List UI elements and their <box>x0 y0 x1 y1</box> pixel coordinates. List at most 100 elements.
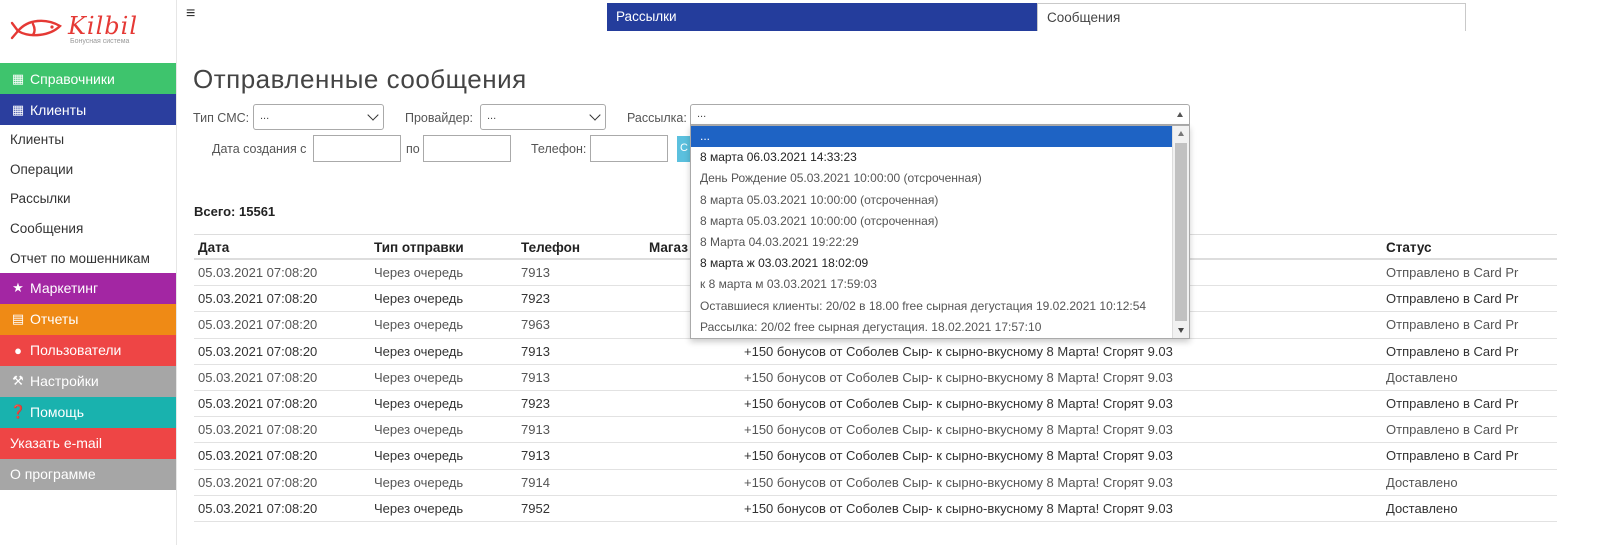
question-icon: ❓ <box>10 404 27 420</box>
total-label: Всего: <box>194 204 236 219</box>
mailing-option[interactable]: 8 марта 06.03.2021 14:33:23 <box>691 147 1189 168</box>
cell-phone: 7913 <box>521 422 550 438</box>
sidebar-subitem-operations[interactable]: Операции <box>0 155 176 185</box>
grid-icon: ▦ <box>11 101 25 117</box>
cell-date: 05.03.2021 07:08:20 <box>198 395 318 411</box>
sidebar-subitem-mailings[interactable]: Рассылки <box>0 184 176 214</box>
cell-date: 05.03.2021 07:08:20 <box>198 448 318 464</box>
cell-status: Доставлено <box>1386 369 1458 385</box>
table-row[interactable]: 05.03.2021 07:08:20 Через очередь 7952 +150… <box>194 496 1557 522</box>
mailing-dropdown-list[interactable]: ... 8 марта 06.03.2021 14:33:23 День Рожде… <box>690 125 1190 339</box>
sidebar-item-label: Маркетинг <box>30 280 99 297</box>
header-date[interactable]: Дата <box>198 240 229 255</box>
logo-subtitle: Бонусная система <box>70 38 130 45</box>
sidebar-item-references[interactable]: ▦ Справочники <box>0 63 176 94</box>
cell-date: 05.03.2021 07:08:20 <box>198 369 318 385</box>
cell-phone: 7913 <box>521 448 550 464</box>
provider-select[interactable]: ... <box>480 104 606 130</box>
cell-message-text: +150 бонусов от Соболев Сыр- к сырно-вку… <box>744 395 1173 411</box>
cell-send-type: Через очередь <box>374 474 464 490</box>
sidebar-subitem-messages[interactable]: Сообщения <box>0 214 176 244</box>
tab-mailings[interactable]: Рассылки <box>607 3 1037 31</box>
cell-status: Отправлено в Card Pr <box>1386 265 1519 280</box>
cell-phone: 7952 <box>521 500 550 516</box>
scroll-down-arrow-icon[interactable] <box>1178 328 1184 333</box>
dropdown-scrollbar[interactable] <box>1172 126 1189 338</box>
cell-send-type: Через очередь <box>374 291 464 307</box>
phone-input[interactable] <box>590 135 668 162</box>
cell-date: 05.03.2021 07:08:20 <box>198 500 318 516</box>
chevron-down-icon <box>367 109 379 121</box>
sidebar-item-marketing[interactable]: ★ Маркетинг <box>0 272 176 304</box>
cell-date: 05.03.2021 07:08:20 <box>198 422 318 438</box>
mailing-options: ... 8 марта 06.03.2021 14:33:23 День Рожде… <box>691 126 1189 338</box>
cell-send-type: Через очередь <box>374 395 464 411</box>
mailing-option[interactable]: 8 марта 05.03.2021 10:00:00 (отсроченная… <box>691 190 1189 211</box>
logo[interactable]: Kilbil Бонусная система <box>0 0 176 60</box>
mailing-option[interactable]: День Рождение 05.03.2021 10:00:00 (отсро… <box>691 168 1189 189</box>
table-row[interactable]: 05.03.2021 07:08:20 Через очередь 7923 +150… <box>194 391 1557 418</box>
sidebar-item-about[interactable]: О программе <box>0 458 176 490</box>
cell-phone: 7963 <box>521 317 550 333</box>
sidebar-item-clients[interactable]: ▦ Клиенты <box>0 94 176 125</box>
mailing-option[interactable]: 8 Марта 04.03.2021 19:22:29 <box>691 232 1189 253</box>
header-phone[interactable]: Телефон <box>521 240 580 255</box>
sidebar-item-label: Настройки <box>30 373 99 390</box>
hamburger-menu-icon[interactable]: ≡ <box>186 6 195 22</box>
sidebar-item-label: Помощь <box>30 404 85 421</box>
sms-type-value: ... <box>260 110 270 122</box>
sidebar-item-label: Отчеты <box>30 311 79 328</box>
scroll-up-arrow-icon[interactable] <box>1178 131 1184 136</box>
cell-send-type: Через очередь <box>374 500 464 516</box>
sidebar-subitem-clients[interactable]: Клиенты <box>0 125 176 155</box>
cell-message-text: +150 бонусов от Соболев Сыр- к сырно-вку… <box>744 448 1173 464</box>
cell-date: 05.03.2021 07:08:20 <box>198 291 318 307</box>
cell-status: Отправлено в Card Pr <box>1386 448 1519 464</box>
sidebar-subitem-fraud-report[interactable]: Отчет по мошенникам <box>0 243 176 273</box>
tab-messages[interactable]: Сообщения <box>1037 3 1466 31</box>
header-send-type[interactable]: Тип отправки <box>374 240 464 255</box>
cell-message-text: +150 бонусов от Соболев Сыр- к сырно-вку… <box>744 369 1173 385</box>
mailing-select-value: ... <box>697 108 707 120</box>
cell-message-text: +150 бонусов от Соболев Сыр- к сырно-вку… <box>744 474 1173 490</box>
mailing-option[interactable]: 8 марта ж 03.03.2021 18:02:09 <box>691 253 1189 274</box>
sidebar-item-label: О программе <box>10 466 96 483</box>
header-status[interactable]: Статус <box>1386 240 1557 255</box>
sms-type-select[interactable]: ... <box>253 104 384 130</box>
sidebar-item-label: Справочники <box>30 70 115 87</box>
table-row[interactable]: 05.03.2021 07:08:20 Через очередь 7913 +150… <box>194 417 1557 444</box>
scrollbar-thumb[interactable] <box>1175 143 1187 321</box>
table-row[interactable]: 05.03.2021 07:08:20 Через очередь 7913 +150… <box>194 443 1557 470</box>
sidebar-item-label: Указать e-mail <box>10 435 102 452</box>
cell-status: Отправлено в Card Pr <box>1386 291 1519 307</box>
cell-phone: 7914 <box>521 474 550 490</box>
mailing-option[interactable]: к 8 марта м 03.03.2021 17:59:03 <box>691 274 1189 295</box>
cell-phone: 7923 <box>521 395 550 411</box>
cell-message-text: +150 бонусов от Соболев Сыр- к сырно-вку… <box>744 500 1173 516</box>
cell-date: 05.03.2021 07:08:20 <box>198 343 318 359</box>
mailing-option[interactable]: ... <box>691 126 1189 148</box>
sidebar-item-set-email[interactable]: Указать e-mail <box>0 427 176 459</box>
created-to-input[interactable] <box>423 135 511 162</box>
cell-send-type: Через очередь <box>374 317 464 333</box>
cell-send-type: Через очередь <box>374 343 464 359</box>
cell-date: 05.03.2021 07:08:20 <box>198 265 318 280</box>
sidebar-item-settings[interactable]: ⚒ Настройки <box>0 365 176 397</box>
cell-message-text: +150 бонусов от Соболев Сыр- к сырно-вку… <box>744 422 1173 438</box>
sidebar: Kilbil Бонусная система ▦ Справочники ▦ … <box>0 0 177 545</box>
created-from-input[interactable] <box>313 135 401 162</box>
created-to-label: по <box>406 142 420 156</box>
total-count: Всего: 15561 <box>194 204 275 219</box>
mailing-select[interactable]: ... <box>690 104 1190 125</box>
mailing-option[interactable]: Рассылка: 20/02 free сырная дегустация. … <box>691 317 1189 338</box>
header-shop[interactable]: Магаз <box>649 240 688 255</box>
sidebar-item-help[interactable]: ❓ Помощь <box>0 396 176 428</box>
mailing-option[interactable]: 8 марта 05.03.2021 10:00:00 (отсроченная… <box>691 211 1189 232</box>
sidebar-item-users[interactable]: ● Пользователи <box>0 334 176 366</box>
table-row[interactable]: 05.03.2021 07:08:20 Через очередь 7913 +150… <box>194 365 1557 391</box>
cell-phone: 7913 <box>521 265 550 280</box>
sidebar-item-reports[interactable]: ▤ Отчеты <box>0 303 176 335</box>
table-row[interactable]: 05.03.2021 07:08:20 Через очередь 7914 +150… <box>194 470 1557 496</box>
table-row[interactable]: 05.03.2021 07:08:20 Через очередь 7913 +150… <box>194 339 1557 365</box>
mailing-option[interactable]: Оставшиеся клиенты: 20/02 в 18.00 free с… <box>691 296 1189 317</box>
